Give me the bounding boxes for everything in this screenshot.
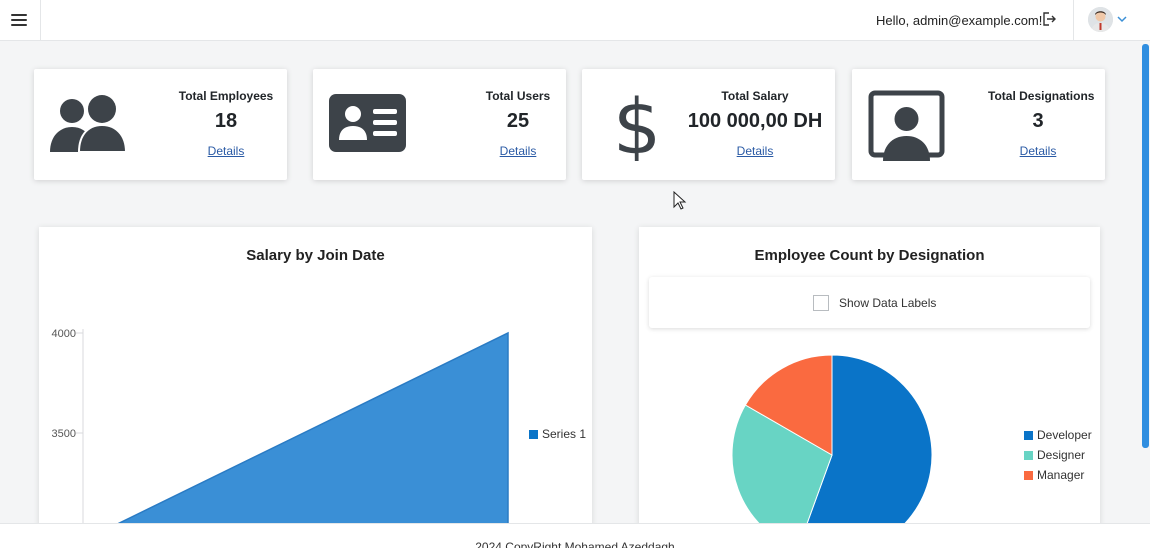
user-menu[interactable]	[1088, 7, 1130, 33]
legend-swatch	[1024, 451, 1033, 460]
designation-chart-panel: Employee Count by Designation Show Data …	[639, 227, 1100, 527]
stat-title: Total Employees	[178, 89, 274, 103]
svg-text:$: $	[613, 89, 661, 161]
area-series	[98, 331, 509, 527]
stat-value: 18	[214, 110, 238, 132]
y-tick-label: 3500	[52, 428, 76, 440]
legend-swatch	[1024, 471, 1033, 480]
stat-value: 100 000,00 DH	[687, 110, 823, 132]
legend-swatch	[1024, 431, 1033, 440]
legend-item[interactable]: Manager	[1024, 468, 1084, 482]
navbar-divider	[1073, 0, 1074, 41]
salary-chart-panel: Salary by Join Date 4000 3500 Series 1	[39, 227, 592, 527]
salary-area-chart: 4000 3500	[52, 328, 509, 527]
dollar-icon: $	[613, 89, 661, 161]
details-link[interactable]: Details	[988, 144, 1088, 158]
chevron-down-icon	[1117, 16, 1127, 23]
user-avatar	[1088, 7, 1113, 32]
logout-icon[interactable]	[1040, 10, 1058, 28]
legend-label: Developer	[1037, 428, 1092, 442]
y-tick-label: 4000	[52, 328, 76, 340]
top-navbar: Hello, admin@example.com!	[0, 0, 1150, 41]
user-screen-icon	[868, 90, 945, 161]
scrollbar-thumb[interactable]	[1142, 44, 1149, 448]
stat-value: 3	[1032, 110, 1044, 132]
stat-card-employees: Total Employees 18 Details	[34, 69, 287, 180]
copyright-text: 2024 CopyRight Mohamed Azeddagh	[475, 540, 675, 548]
details-link[interactable]: Details	[176, 144, 276, 158]
users-icon	[50, 95, 128, 153]
designation-pie-chart	[731, 354, 933, 527]
stat-card-designations: Total Designations 3 Details	[852, 69, 1105, 180]
legend-label: Manager	[1037, 468, 1085, 482]
details-link[interactable]: Details	[680, 144, 830, 158]
mouse-cursor-icon	[673, 191, 687, 210]
stat-title: Total Salary	[721, 89, 789, 103]
legend-item[interactable]: Series 1	[529, 427, 586, 441]
stat-card-salary: $ Total Salary 100 000,00 DH Details	[582, 69, 835, 180]
legend-item[interactable]: Developer	[1024, 428, 1092, 442]
stat-title: Total Designations	[988, 89, 1095, 103]
greeting-text: Hello, admin@example.com!	[876, 13, 1043, 28]
legend-swatch	[529, 430, 538, 439]
stat-card-users: Total Users 25 Details	[313, 69, 566, 180]
legend-label: Series 1	[542, 427, 587, 441]
stat-value: 25	[506, 110, 530, 132]
stat-title: Total Users	[485, 89, 551, 103]
footer: 2024 CopyRight Mohamed Azeddagh	[0, 523, 1150, 548]
hamburger-menu-icon[interactable]	[0, 0, 41, 41]
details-link[interactable]: Details	[468, 144, 568, 158]
id-card-icon	[329, 94, 406, 152]
legend-label: Designer	[1037, 448, 1086, 462]
legend-item[interactable]: Designer	[1024, 448, 1085, 462]
